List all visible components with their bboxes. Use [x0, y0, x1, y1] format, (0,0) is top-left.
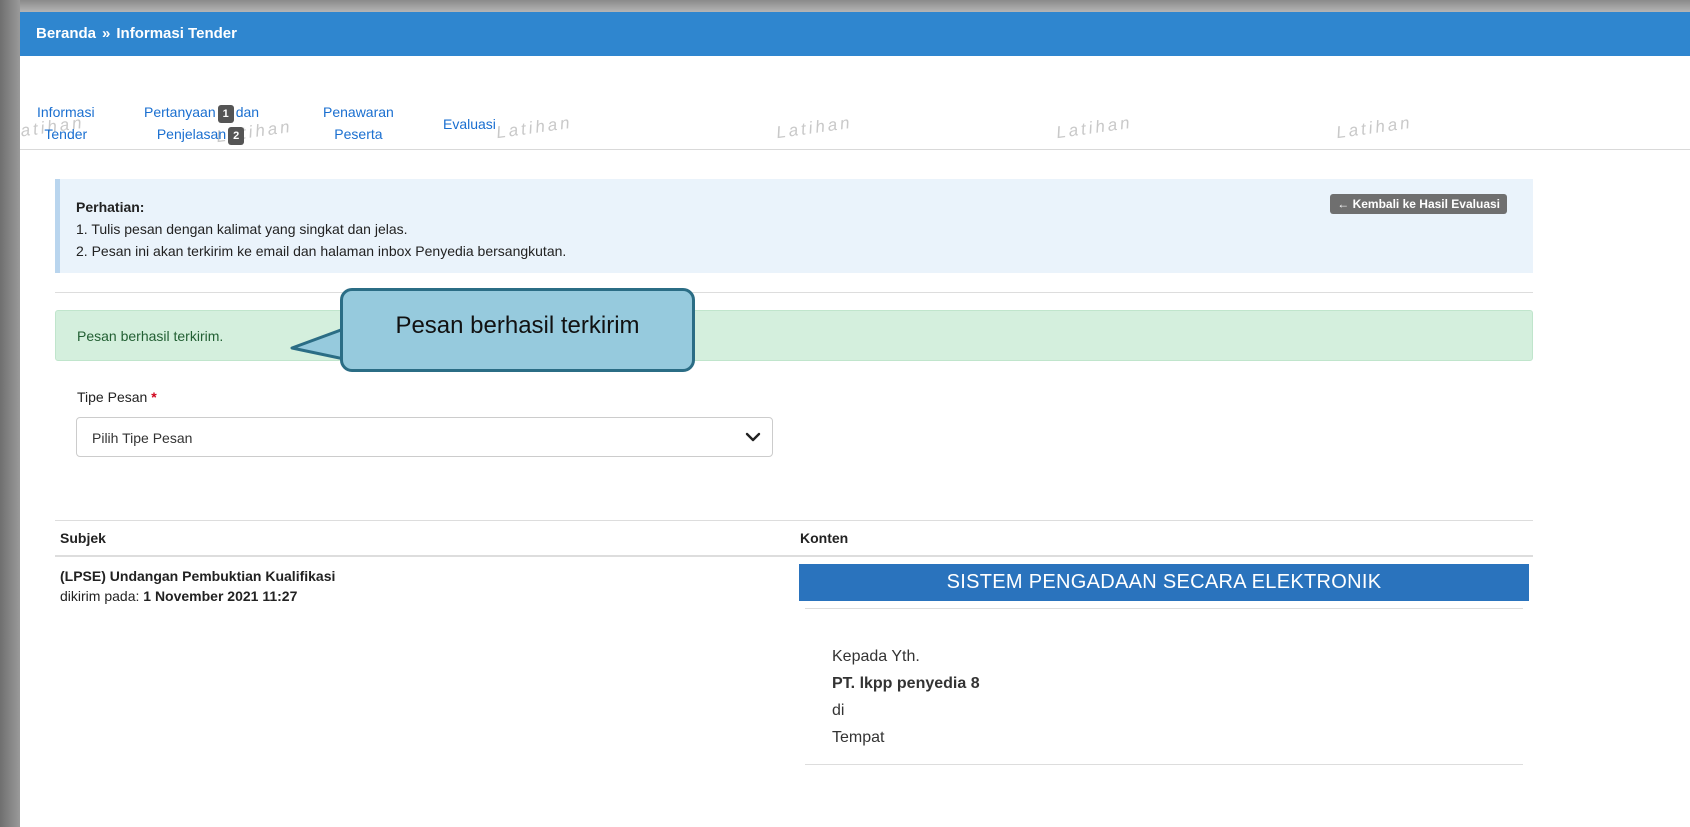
message-subject: (LPSE) Undangan Pembuktian Kualifikasi [60, 568, 336, 584]
watermark: Latihan [1334, 112, 1414, 143]
notice-item: 2. Pesan ini akan terkirim ke email dan … [76, 243, 567, 259]
annotation-callout: Pesan berhasil terkirim [340, 288, 695, 372]
success-alert: Pesan berhasil terkirim. [55, 310, 1533, 361]
email-banner: SISTEM PENGADAAN SECARA ELEKTRONIK [799, 564, 1529, 601]
email-divider [805, 764, 1523, 765]
callout-seam [358, 318, 368, 362]
tab-label: Peserta [334, 126, 383, 142]
column-header-subject: Subjek [60, 530, 106, 546]
breadcrumb-current: Informasi Tender [116, 25, 237, 42]
tab-label: Informasi [37, 104, 95, 120]
watermark: Latihan [774, 112, 854, 143]
tab-label: Penjelasan [156, 126, 227, 142]
table-header-divider [55, 555, 1533, 557]
divider [55, 292, 1533, 293]
email-place: Tempat [832, 729, 885, 746]
back-to-evaluation-button[interactable]: ← Kembali ke Hasil Evaluasi [1330, 194, 1507, 214]
email-greeting: Kepada Yth. [832, 648, 920, 665]
notice-title: Perhatian: [76, 199, 145, 215]
tab-informasi-tender[interactable]: Informasi Tender [37, 101, 95, 145]
tab-label: Tender [44, 126, 88, 142]
notice-item: 1. Tulis pesan dengan kalimat yang singk… [76, 221, 408, 237]
message-subject-cell: (LPSE) Undangan Pembuktian Kualifikasi d… [60, 566, 335, 606]
tab-label: Evaluasi [443, 116, 496, 132]
sent-prefix: dikirim pada: [60, 588, 140, 604]
chevron-down-icon [745, 432, 761, 442]
screenshot-frame-top [0, 0, 1690, 12]
email-recipient: PT. lkpp penyedia 8 [832, 675, 980, 692]
tab-penawaran-peserta[interactable]: Penawaran Peserta [323, 101, 394, 145]
watermark: Latihan [1054, 112, 1134, 143]
email-divider [805, 608, 1523, 609]
tipe-pesan-select[interactable]: Pilih Tipe Pesan [76, 417, 773, 457]
message-sent-info: dikirim pada: 1 November 2021 11:27 [60, 586, 335, 606]
tab-label: Penawaran [323, 104, 394, 120]
breadcrumb-separator: » [102, 25, 111, 42]
tipe-pesan-selected-value: Pilih Tipe Pesan [92, 430, 193, 446]
column-header-content: Konten [800, 530, 849, 546]
tender-tabs: Latihan Latihan Latihan Latihan Latihan … [20, 56, 1690, 150]
breadcrumb: Beranda » Informasi Tender [20, 12, 1690, 56]
screenshot-frame-left [0, 0, 20, 827]
tipe-pesan-label-text: Tipe Pesan [77, 389, 148, 405]
tab-evaluasi[interactable]: Evaluasi [443, 113, 496, 135]
tab-label: dan [235, 104, 260, 120]
tab-pertanyaan-penjelasan[interactable]: Pertanyaan 1 dan Penjelasan 2 [144, 101, 259, 145]
email-body: Kepada Yth. PT. lkpp penyedia 8 di Tempa… [832, 643, 980, 751]
question-count-badge: 1 [217, 105, 234, 123]
attention-notice: Perhatian: 1. Tulis pesan dengan kalimat… [55, 179, 1533, 273]
email-di: di [832, 702, 845, 719]
sent-date: 1 November 2021 11:27 [143, 588, 298, 604]
table-divider [55, 520, 1533, 521]
breadcrumb-home-link[interactable]: Beranda [36, 25, 96, 42]
required-marker: * [151, 389, 157, 405]
watermark: Latihan [494, 112, 574, 143]
explanation-count-badge: 2 [228, 127, 245, 145]
tipe-pesan-label: Tipe Pesan * [77, 389, 157, 405]
tab-label: Pertanyaan [144, 104, 216, 120]
page: Beranda » Informasi Tender Latihan Latihan… [20, 12, 1690, 827]
